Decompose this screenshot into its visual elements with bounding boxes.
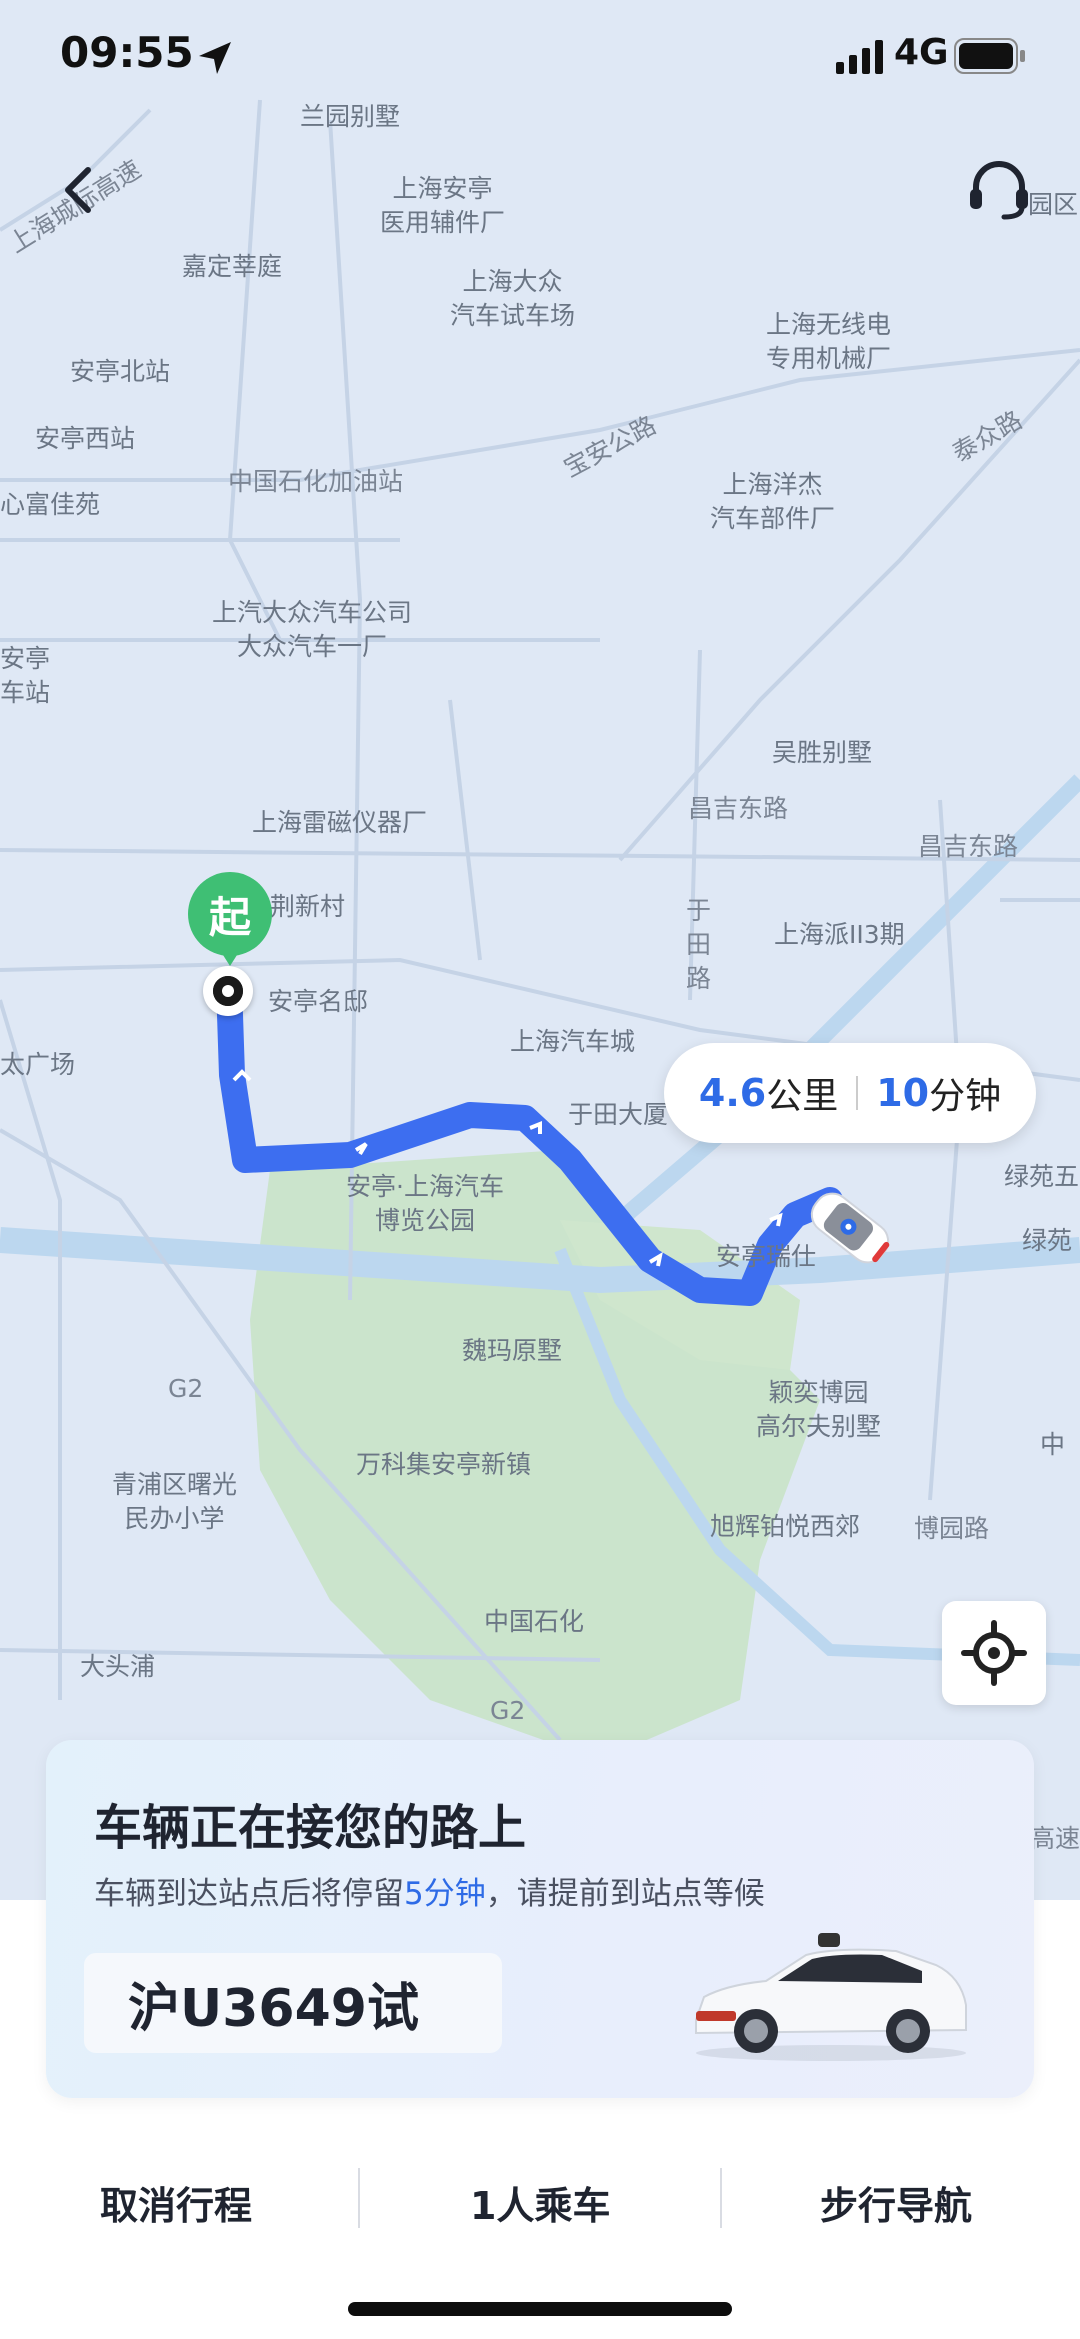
bottom-action-bar: 取消行程 1人乘车 步行导航 (0, 2120, 1080, 2270)
crosshair-icon (961, 1620, 1027, 1686)
passenger-count-button[interactable]: 1人乘车 (470, 2175, 610, 2230)
eta-time-unit: 分钟 (929, 1076, 1002, 1117)
map-label: 魏玛原墅 (462, 1336, 563, 1365)
map-label: 于 田 路 (686, 896, 712, 993)
vehicle-image (695, 1933, 967, 2061)
map-label: 上海安亭 医用辅件厂 (380, 174, 506, 237)
map-label: 上海派II3期 (774, 920, 905, 949)
trip-status-title: 车辆正在接您的路上 (94, 1800, 527, 1856)
map-label: 心富佳苑 (0, 490, 101, 519)
map-label: 颖奕博园 高尔夫别墅 (756, 1378, 882, 1441)
map-label: 安亭西站 (35, 424, 136, 453)
map-label: 上海雷磁仪器厂 (252, 808, 428, 837)
home-indicator[interactable] (348, 2302, 732, 2316)
back-arrow-icon[interactable] (50, 160, 110, 220)
cancel-trip-button[interactable]: 取消行程 (100, 2175, 252, 2230)
battery-icon (954, 38, 1025, 74)
license-plate: 沪U3649试 (84, 1953, 502, 2053)
start-dot (203, 966, 253, 1016)
map-label: 荆新村 (270, 892, 346, 921)
map-label: 太广场 (0, 1050, 76, 1079)
trip-status-subtitle: 车辆到达站点后将停留5分钟，请提前到站点等候 (94, 1868, 765, 1913)
map-label: 上海大众 汽车试车场 (450, 267, 576, 330)
map-label: 园区 (1028, 190, 1079, 219)
map-label: 嘉定莘庭 (182, 252, 283, 281)
map-label: 安亭·上海汽车 博览公园 (346, 1172, 504, 1235)
map-label: 高速 (1030, 1824, 1080, 1853)
start-point-marker[interactable]: 起 (188, 872, 272, 1022)
divider (358, 2168, 360, 2228)
map-view[interactable]: 兰园别墅 上海安亭 医用辅件厂 嘉定莘庭 上海大众 汽车试车场 上海无线电 专用… (0, 0, 1080, 1900)
map-label: 安亭北站 (70, 357, 171, 386)
trip-status-card: 车辆正在接您的路上 车辆到达站点后将停留5分钟，请提前到站点等候 沪U3649试 (46, 1740, 1034, 2098)
map-label: 中国石化加油站 (228, 467, 404, 496)
signal-icon (836, 40, 883, 74)
location-arrow-icon (199, 42, 231, 74)
map-label: 安亭 车站 (0, 644, 51, 707)
map-label: 中 (1040, 1430, 1066, 1459)
map-label: G2 (490, 1696, 526, 1725)
map-label: 昌吉东路 (688, 794, 789, 823)
wait-time-highlight: 5分钟 (404, 1876, 486, 1912)
eta-distance: 4.6 (698, 1071, 767, 1115)
divider (720, 2168, 722, 2228)
map-label: 安亭名邸 (268, 987, 369, 1016)
map-label: 上汽大众汽车公司 大众汽车一厂 (212, 598, 413, 661)
pin-tail (216, 944, 244, 966)
eta-distance-unit: 公里 (766, 1076, 839, 1117)
network-type: 4G (894, 32, 949, 73)
map-label: 绿苑五 (1004, 1162, 1080, 1191)
locate-button[interactable] (942, 1601, 1046, 1705)
headset-support-icon[interactable] (964, 155, 1034, 225)
map-label: 于田大厦 (568, 1100, 669, 1129)
status-time: 09:55 (60, 28, 194, 77)
vehicle-marker (810, 1192, 890, 1264)
eta-bubble: 4.6 公里 10 分钟 (664, 1043, 1036, 1143)
map-label: 旭辉铂悦西郊 (710, 1512, 861, 1541)
map-label: 大头浦 (80, 1652, 156, 1681)
walk-navigation-button[interactable]: 步行导航 (820, 2175, 972, 2230)
map-label: 上海汽车城 (510, 1027, 636, 1056)
subtitle-prefix: 车辆到达站点后将停留 (94, 1876, 404, 1912)
eta-separator (856, 1076, 859, 1110)
map-label: 绿苑 (1022, 1226, 1073, 1255)
map-label: G2 (168, 1374, 204, 1403)
map-label: 青浦区曙光 民办小学 (112, 1470, 238, 1533)
map-label: 上海洋杰 汽车部件厂 (710, 470, 836, 533)
eta-time: 10 (876, 1071, 930, 1115)
map-label: 博园路 (914, 1514, 990, 1543)
map-label: 吴胜别墅 (772, 738, 873, 767)
status-bar: 09:55 4G (0, 0, 1080, 115)
map-label: 万科集安亭新镇 (356, 1450, 532, 1479)
map-label: 上海无线电 专用机械厂 (766, 310, 892, 373)
subtitle-suffix: ，请提前到站点等候 (485, 1876, 765, 1912)
map-label: 昌吉东路 (918, 832, 1019, 861)
map-label: 中国石化 (484, 1607, 585, 1636)
